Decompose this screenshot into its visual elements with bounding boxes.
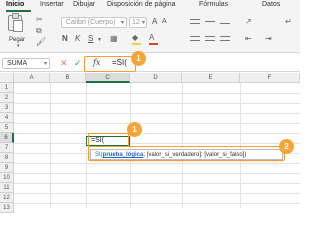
- grid-line: [14, 93, 300, 94]
- active-tab-indicator: [6, 10, 31, 12]
- cancel-entry-button[interactable]: ✕: [60, 58, 68, 69]
- grid-line: [14, 123, 300, 124]
- column-header-a[interactable]: A: [14, 73, 50, 83]
- row-header-7[interactable]: 7: [0, 143, 14, 153]
- grid-line: [14, 183, 300, 184]
- indent-icon[interactable]: ⇤: [245, 35, 252, 43]
- row-header-13[interactable]: 13: [0, 203, 14, 213]
- copy-icon[interactable]: ⧉: [36, 27, 42, 35]
- grid-line: [50, 83, 51, 208]
- fill-color-swatch: [132, 43, 141, 45]
- chevron-down-icon: ▾: [120, 20, 124, 26]
- grid-line: [14, 133, 300, 134]
- chevron-down-icon[interactable]: ▾: [98, 36, 101, 44]
- row-header-3[interactable]: 3: [0, 103, 14, 113]
- column-header-c[interactable]: C: [86, 73, 130, 83]
- grid-line: [14, 113, 300, 114]
- row-header-2[interactable]: 2: [0, 93, 14, 103]
- underline-button[interactable]: S: [88, 34, 93, 43]
- paste-document-icon: [13, 20, 23, 32]
- align-center-icon[interactable]: [205, 36, 215, 37]
- enter-entry-button[interactable]: ✓: [74, 58, 82, 69]
- orientation-icon[interactable]: ↗: [245, 18, 252, 26]
- borders-icon[interactable]: ▦: [110, 35, 118, 43]
- font-color-icon[interactable]: A: [149, 34, 154, 42]
- wrap-text-icon[interactable]: ↵: [285, 18, 292, 26]
- outdent-icon[interactable]: ⇥: [265, 35, 272, 43]
- format-painter-icon[interactable]: 🖌: [36, 38, 46, 46]
- grid-line: [14, 203, 300, 204]
- column-header-d[interactable]: D: [130, 73, 182, 83]
- tab-formulas[interactable]: Fórmulas: [199, 0, 228, 9]
- callout-badge: 1: [127, 122, 142, 137]
- formula-input[interactable]: =SI(: [112, 58, 127, 67]
- tab-datos[interactable]: Datos: [262, 0, 280, 9]
- align-line-icon: [205, 40, 215, 41]
- font-size-dropdown[interactable]: 12 ▾: [129, 17, 147, 28]
- highlight-box-cell: [88, 133, 129, 147]
- row-header-5[interactable]: 5: [0, 123, 14, 133]
- tab-insertar[interactable]: Insertar: [40, 0, 64, 9]
- row-header-6[interactable]: 6: [0, 133, 14, 143]
- cut-icon[interactable]: ✂: [36, 16, 43, 24]
- decrease-font-size-icon[interactable]: A: [162, 18, 167, 25]
- bold-button[interactable]: N: [62, 34, 68, 43]
- grid-line: [14, 173, 300, 174]
- row-header-10[interactable]: 10: [0, 173, 14, 183]
- align-right-icon[interactable]: [220, 36, 230, 37]
- row-header-11[interactable]: 11: [0, 183, 14, 193]
- grid-line: [14, 143, 300, 144]
- align-line-icon: [190, 40, 200, 41]
- row-header-4[interactable]: 4: [0, 113, 14, 123]
- ribbon-tabs: Inicio Insertar Dibujar Disposición de p…: [0, 0, 300, 13]
- chevron-down-icon: ▾: [17, 43, 20, 49]
- align-top-icon[interactable]: [190, 19, 200, 20]
- row-header-9[interactable]: 9: [0, 163, 14, 173]
- grid-line: [14, 103, 300, 104]
- fill-color-icon[interactable]: ◆: [132, 34, 138, 42]
- tab-inicio[interactable]: Inicio: [6, 0, 24, 9]
- row-header-8[interactable]: 8: [0, 153, 14, 163]
- tab-disposicion-de-pagina[interactable]: Disposición de página: [107, 0, 176, 9]
- tab-dibujar[interactable]: Dibujar: [73, 0, 95, 9]
- callout-badge: 2: [279, 139, 294, 154]
- grid-line: [14, 163, 300, 164]
- increase-font-size-icon[interactable]: A: [152, 17, 157, 26]
- align-middle-icon[interactable]: [205, 21, 215, 22]
- font-size-value: 12: [132, 19, 140, 26]
- name-box-value: SUMA: [7, 60, 28, 67]
- spreadsheet-grid[interactable]: A B C D E F 1 2 3 4 5 6 7 8 9 10 11 12 1…: [0, 73, 300, 213]
- column-header-f[interactable]: F: [240, 73, 300, 83]
- highlight-box-tooltip: [88, 146, 285, 161]
- name-box[interactable]: SUMA ▾: [2, 58, 50, 69]
- font-color-swatch: [149, 43, 158, 45]
- font-name-dropdown[interactable]: Calibri (Cuerpo) ▾: [61, 17, 127, 28]
- insert-function-button[interactable]: fx: [93, 58, 100, 67]
- column-header-e[interactable]: E: [182, 73, 240, 83]
- font-name-value: Calibri (Cuerpo): [66, 19, 116, 26]
- chevron-down-icon: ▾: [43, 61, 47, 67]
- italic-button[interactable]: K: [75, 34, 80, 43]
- formula-bar: SUMA ▾ ✕ ✓ fx =SI(: [0, 55, 300, 72]
- grid-line: [14, 193, 300, 194]
- align-bottom-icon[interactable]: [220, 23, 230, 24]
- align-line-icon: [220, 40, 230, 41]
- align-line-icon: [190, 23, 200, 24]
- callout-badge: 1: [131, 51, 146, 66]
- chevron-down-icon: ▾: [141, 20, 145, 26]
- column-header-b[interactable]: B: [50, 73, 86, 83]
- highlight-box-formula: [84, 56, 136, 72]
- ribbon: Pegar ▾ ✂ ⧉ 🖌 Calibri (Cuerpo) ▾ 12 ▾ A …: [0, 13, 300, 53]
- align-left-icon[interactable]: [190, 36, 200, 37]
- row-header-1[interactable]: 1: [0, 83, 14, 93]
- select-all-corner[interactable]: [0, 73, 14, 83]
- row-header-12[interactable]: 12: [0, 193, 14, 203]
